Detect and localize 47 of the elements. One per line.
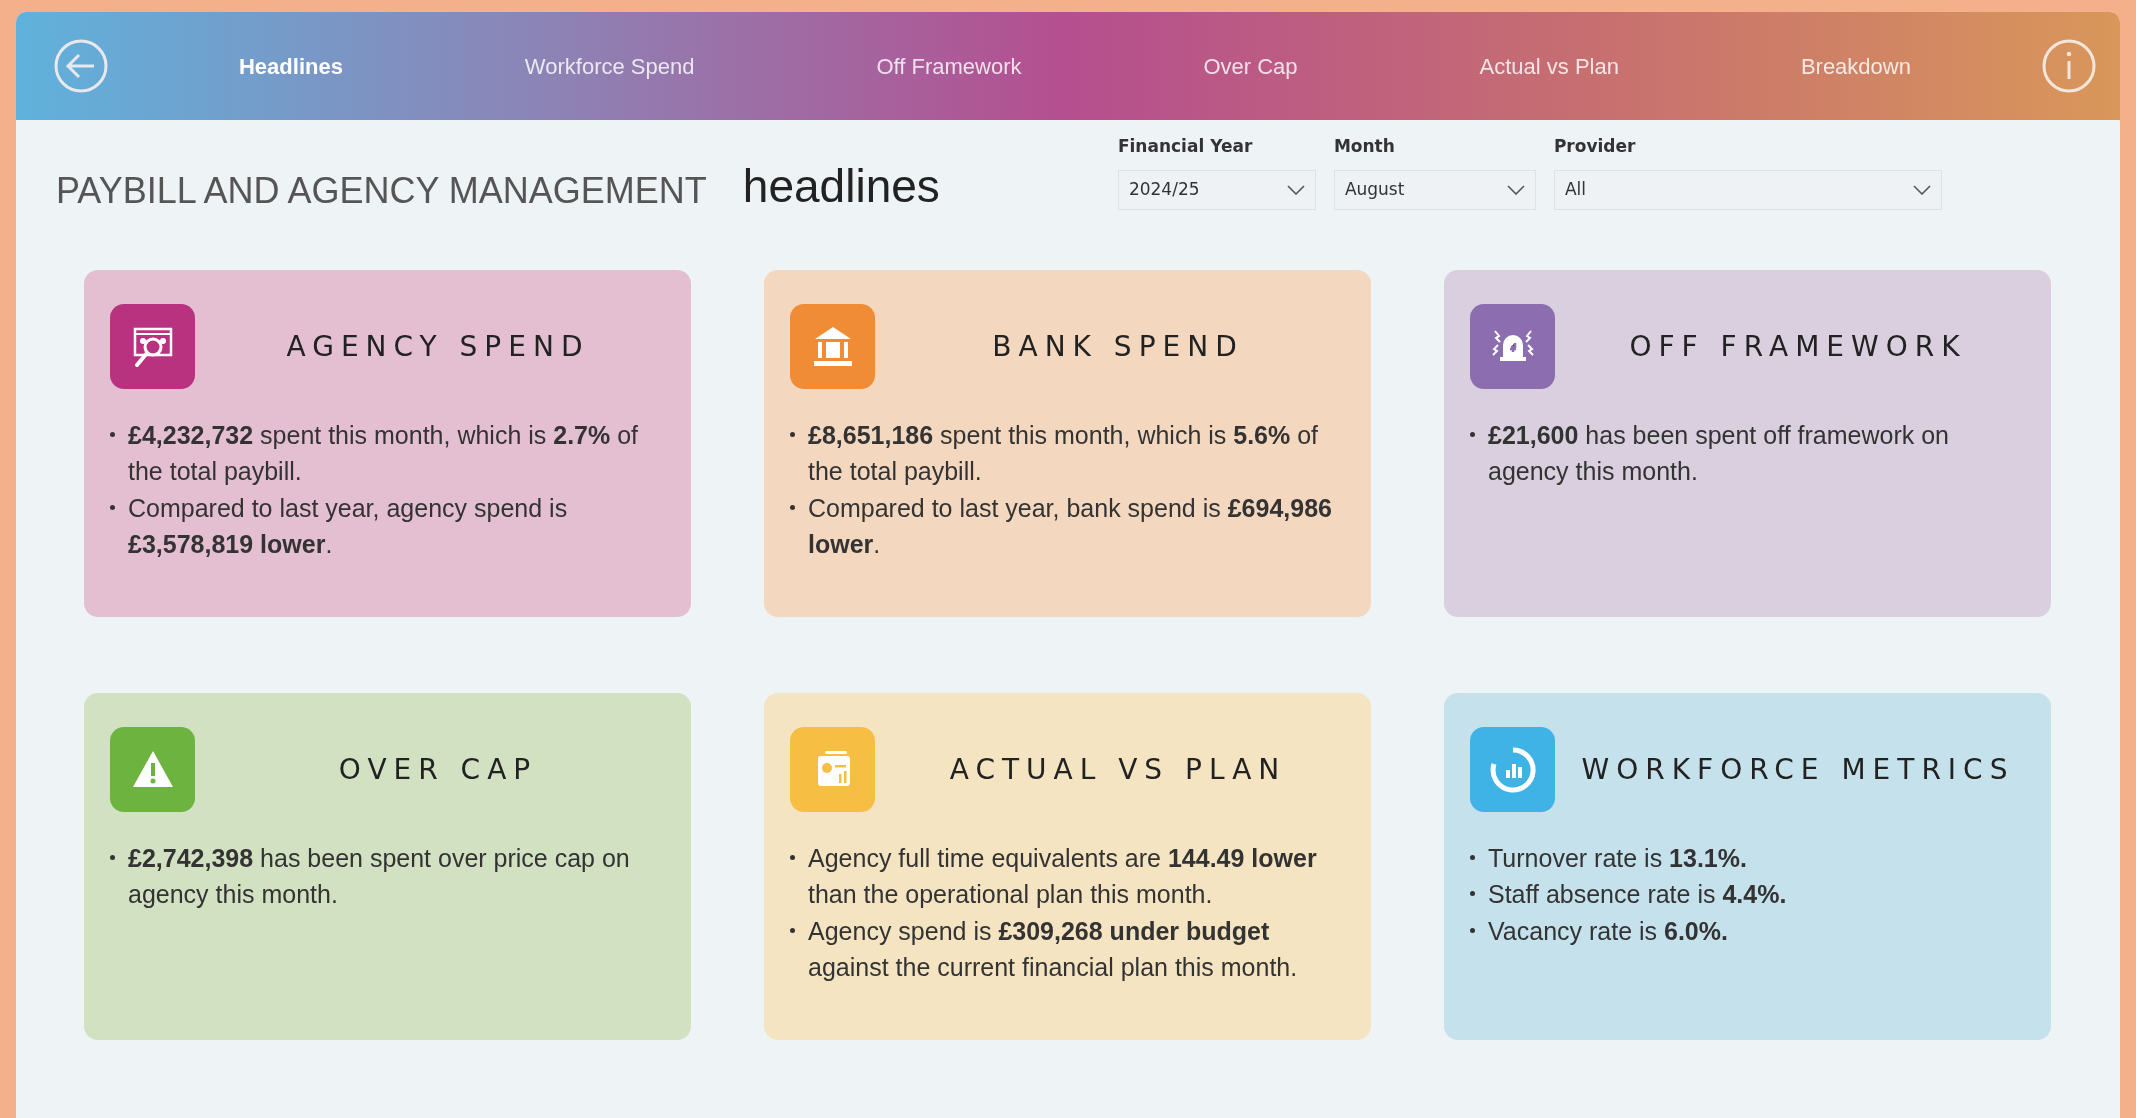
card-title: BANK SPEND (991, 328, 1245, 365)
bullet-text: Vacancy rate is 6.0%. (1488, 916, 1728, 945)
bullet-icon (1470, 432, 1475, 437)
nav-tab[interactable]: Workforce Spend (514, 43, 705, 89)
card-title: ACTUAL VS PLAN (948, 751, 1288, 788)
nav-tab[interactable]: Actual vs Plan (1469, 43, 1629, 89)
filter-label: Month (1333, 135, 1396, 158)
bullet-text: £2,742,398 has been spent over price cap on agency this month. (128, 844, 630, 909)
bullet-icon (110, 504, 115, 510)
filter-label: Provider (1553, 135, 1637, 158)
nav-tab[interactable]: Breakdown (1790, 43, 1921, 89)
back-icon[interactable] (54, 39, 108, 93)
bullet-icon (790, 432, 795, 437)
filter-dropdown[interactable]: All (1553, 169, 1942, 210)
chevron-down-icon (1912, 184, 1931, 195)
chevron-down-icon (1506, 184, 1525, 195)
bullet-text: Agency spend is £309,268 under budget against the current financial plan this month. (808, 916, 1298, 981)
bullet-icon (110, 855, 115, 860)
card-title: WORKFORCE METRICS (1580, 751, 2016, 788)
card-title: AGENCY SPEND (285, 328, 591, 365)
info-icon[interactable] (2042, 39, 2096, 93)
nav-tab[interactable]: Over Cap (1193, 43, 1308, 89)
bullet-icon (1470, 927, 1475, 933)
nav-tab[interactable]: Headlines (228, 43, 353, 89)
bullet-icon (1470, 891, 1475, 897)
bullet-text: Compared to last year, agency spend is £3,578,819 lower. (128, 493, 568, 558)
bullet-text: Staff absence rate is 4.4%. (1488, 880, 1787, 909)
card-title: OFF FRAMEWORK (1628, 328, 1968, 365)
bullet-text: £21,600 has been spent off framework on agency this month. (1488, 421, 1949, 486)
bullet-text: Compared to last year, bank spend is £694,986 lower. (808, 493, 1332, 558)
bullet-text: Agency full time equivalents are 144.49 lower than the operational plan this month. (808, 844, 1317, 909)
filter-dropdown[interactable]: 2024/25 (1117, 169, 1316, 210)
card-title: OVER CAP (337, 751, 539, 788)
filter-dropdown[interactable]: August (1333, 169, 1536, 210)
bullet-icon (790, 855, 795, 860)
nav-tab[interactable]: Off Framework (866, 43, 1032, 89)
chevron-down-icon (1286, 184, 1305, 195)
page-subtitle: headlines (742, 159, 940, 214)
bullet-icon (110, 432, 115, 437)
bullet-text: £8,651,186 spent this month, which is 5.6% of the total paybill. (808, 421, 1319, 486)
bullet-text: £4,232,732 spent this month, which is 2.7% of the total paybill. (128, 421, 639, 486)
filter-label: Financial Year (1117, 135, 1254, 158)
bullet-icon (790, 927, 795, 933)
bullet-icon (790, 504, 795, 510)
bullet-icon (1470, 855, 1475, 860)
page-title: PAYBILL AND AGENCY MANAGEMENT (56, 169, 707, 213)
bullet-text: Turnover rate is 13.1%. (1488, 844, 1747, 872)
